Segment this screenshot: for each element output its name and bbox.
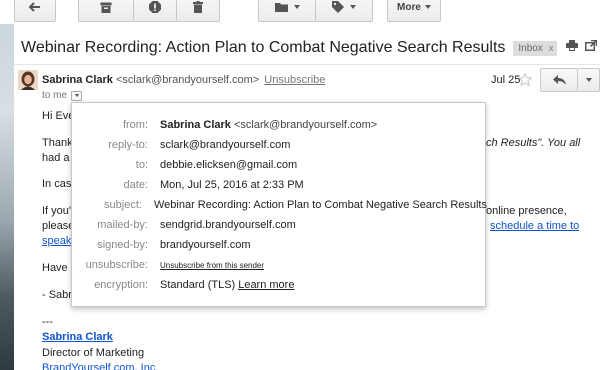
detail-value: sclark@brandyourself.com [160,139,291,151]
signature-separator: --- [42,316,53,328]
detail-row-subject: subject: Webinar Recording: Action Plan … [72,197,487,213]
detail-key: encryption: [94,279,148,291]
more-actions-button[interactable] [578,68,600,92]
detail-value: Standard (TLS) Learn more [160,279,294,291]
subject-row: Webinar Recording: Action Plan to Combat… [21,38,600,58]
detail-row-date: date: Mon, Jul 25, 2016 at 2:33 PM [72,177,487,193]
delete-button[interactable] [176,0,220,22]
detail-key: unsubscribe: [85,259,148,271]
message-date: Jul 25 [491,74,521,86]
subject-title: Webinar Recording: Action Plan to Combat… [21,39,506,56]
back-button[interactable] [14,0,56,22]
print-icon[interactable] [566,40,578,51]
chevron-down-icon [350,5,356,9]
move-to-button[interactable] [258,0,316,22]
remove-label-button[interactable]: x [549,43,554,53]
new-window-icon[interactable] [585,40,597,51]
chevron-down-icon [585,78,592,82]
recipients-line: to me [42,90,83,101]
detail-key: reply-to: [108,139,148,151]
detail-key: to: [135,159,148,171]
chevron-down-icon [74,94,79,97]
avatar-photo [18,70,38,90]
toolbar: More [0,0,600,24]
detail-key: signed-by: [97,239,148,251]
folder-icon [274,3,288,12]
sender-line: Sabrina Clark <sclark@brandyourself.com>… [42,74,325,86]
arrow-left-icon [29,2,40,12]
signature-title: Director of Marketing [42,347,145,359]
body-line: - Sabr [42,289,72,301]
detail-key: mailed-by: [97,219,148,231]
sender-name[interactable]: Sabrina Clark [42,74,113,86]
speak-link[interactable]: speak [42,235,71,247]
detail-value: brandyourself.com [160,239,251,251]
unsubscribe-link[interactable]: Unsubscribe [264,74,325,86]
learn-more-link[interactable]: Learn more [238,279,294,291]
body-line: Thank [42,137,73,149]
detail-value: debbie.elicksen@gmail.com [160,159,298,171]
detail-value: Sabrina Clark <sclark@brandyourself.com> [160,119,377,131]
detail-row-reply-to: reply-to: sclark@brandyourself.com [72,137,487,153]
more-button[interactable]: More [387,0,441,22]
chevron-down-icon [424,5,431,9]
from-name: Sabrina Clark [160,119,231,131]
signature-name-link[interactable]: Sabrina Clark [42,331,113,343]
detail-value: Mon, Jul 25, 2016 at 2:33 PM [160,179,304,191]
star-icon[interactable] [518,73,532,86]
chevron-down-icon [293,5,300,9]
reply-icon [552,75,566,85]
tag-icon [332,1,344,13]
detail-row-encryption: encryption: Standard (TLS) Learn more [72,277,487,293]
avatar[interactable] [18,70,38,90]
detail-key: date: [123,179,148,191]
detail-key: subject: [104,199,142,211]
sender-email: <sclark@brandyourself.com> [115,74,260,86]
detail-row-signed-by: signed-by: brandyourself.com [72,237,487,253]
archive-icon [100,2,112,13]
trash-icon [193,1,203,13]
detail-key: from: [122,119,148,131]
body-greeting: Hi Eve [42,110,75,122]
archive-button[interactable] [78,0,134,22]
inbox-label[interactable]: Inbox x [513,40,558,56]
to-me-label: to me [42,90,68,101]
detail-value: sendgrid.brandyourself.com [160,219,296,231]
body-line: please [42,220,75,232]
show-details-button[interactable] [71,90,83,101]
from-email: <sclark@brandyourself.com> [230,119,378,131]
detail-row-to: to: debbie.elicksen@gmail.com [72,157,487,173]
report-spam-button[interactable] [133,0,177,22]
detail-value: Webinar Recording: Action Plan to Combat… [153,199,487,211]
background-photo-strip [0,0,14,370]
encryption-value: Standard (TLS) [160,279,236,291]
signature-company-link[interactable]: BrandYourself.com, Inc. [42,362,158,370]
more-label: More [397,1,421,13]
body-line: online presence, [486,205,567,217]
divider [14,64,600,65]
detail-row-from: from: Sabrina Clark <sclark@brandyoursel… [72,117,487,133]
detail-row-mailed-by: mailed-by: sendgrid.brandyourself.com [72,217,487,233]
label-text: Inbox [518,42,543,54]
schedule-link[interactable]: schedule a time to [490,220,579,232]
labels-button[interactable] [315,0,373,22]
message-details-popup: from: Sabrina Clark <sclark@brandyoursel… [71,102,487,307]
body-line: ch Results". You all [486,137,581,149]
exclamation-octagon-icon [149,1,161,13]
body-line: had a [42,152,70,164]
body-line: If you'r [42,205,75,217]
detail-row-unsubscribe: unsubscribe: Unsubscribe from this sende… [72,257,487,273]
reply-button[interactable] [540,68,578,92]
unsubscribe-sender-link[interactable]: Unsubscribe from this sender [160,261,264,270]
